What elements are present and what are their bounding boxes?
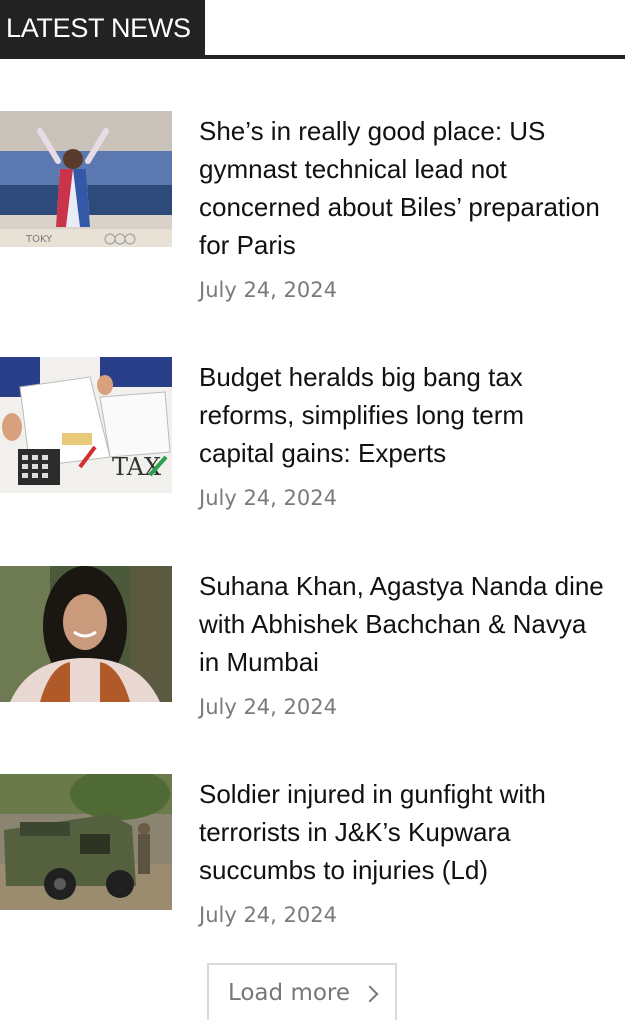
chevron-right-icon <box>361 985 379 1002</box>
article-date: July 24, 2024 <box>199 278 337 302</box>
article-headline-link[interactable]: Budget heralds big bang tax reforms, sim… <box>199 358 604 472</box>
section-divider <box>0 55 625 59</box>
article-item: TOKY She’s in really good place: US gymn… <box>0 111 625 311</box>
svg-text:TOKY: TOKY <box>25 234 53 245</box>
article-thumbnail[interactable]: TOKY <box>0 111 172 247</box>
tax-documents-image: TAX <box>0 357 172 493</box>
article-date: July 24, 2024 <box>199 903 337 927</box>
article-date: July 24, 2024 <box>199 695 337 719</box>
gymnast-image: TOKY <box>0 111 172 247</box>
article-item: TAX Budget heralds big bang tax reforms,… <box>0 357 625 557</box>
article-thumbnail[interactable] <box>0 566 172 702</box>
load-more-label: Load more <box>227 979 351 1006</box>
article-item: Suhana Khan, Agastya Nanda dine with Abh… <box>0 566 625 766</box>
article-date: July 24, 2024 <box>199 486 337 510</box>
section-title: LATEST NEWS <box>6 12 191 43</box>
armored-vehicle-image <box>0 774 172 910</box>
article-headline-link[interactable]: She’s in really good place: US gymnast t… <box>199 112 604 264</box>
article-item: Soldier injured in gunfight with terrori… <box>0 774 625 974</box>
portrait-image <box>0 566 172 702</box>
article-thumbnail[interactable] <box>0 774 172 910</box>
section-tab: LATEST NEWS <box>0 0 205 56</box>
article-thumbnail[interactable]: TAX <box>0 357 172 493</box>
section-header: LATEST NEWS <box>0 0 625 60</box>
svg-text:TAX: TAX <box>112 453 161 481</box>
load-more-button[interactable]: Load more <box>207 963 397 1020</box>
article-headline-link[interactable]: Soldier injured in gunfight with terrori… <box>199 775 604 889</box>
article-headline-link[interactable]: Suhana Khan, Agastya Nanda dine with Abh… <box>199 567 604 681</box>
